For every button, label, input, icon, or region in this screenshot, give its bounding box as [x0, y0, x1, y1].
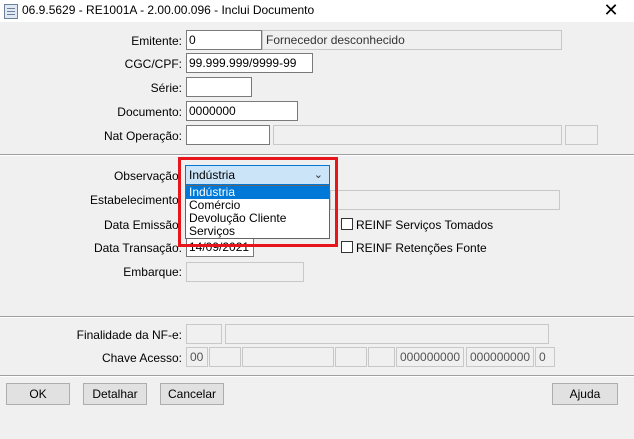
documento-input[interactable]: 0000000: [186, 101, 298, 121]
data-transacao-label: Data Transação:: [93, 241, 182, 255]
nat-operacao-desc: [273, 125, 562, 145]
reinf-retencoes-checkbox[interactable]: [341, 241, 353, 253]
embarque-field: [186, 262, 304, 282]
finalidade-code: [186, 324, 222, 344]
app-icon: [4, 4, 18, 19]
section-divider: [0, 316, 634, 318]
title-bar: 06.9.5629 - RE1001A - 2.00.00.096 - Incl…: [0, 0, 634, 22]
ajuda-button[interactable]: Ajuda: [552, 383, 618, 405]
chave-part: 000000000: [466, 347, 534, 367]
highlight-box: [178, 157, 338, 247]
emitente-input[interactable]: 0: [186, 30, 262, 50]
chave-part: 00: [186, 347, 208, 367]
estabelecimento-desc: [330, 190, 560, 210]
chave-part: 0: [535, 347, 555, 367]
close-button[interactable]: ✕: [588, 0, 634, 22]
chave-acesso-label: Chave Acesso:: [101, 351, 182, 365]
serie-label: Série:: [150, 81, 182, 95]
documento-label: Documento:: [117, 105, 182, 119]
emitente-name-field: Fornecedor desconhecido: [262, 30, 562, 50]
reinf-tomados-label: REINF Serviços Tomados: [356, 218, 494, 232]
reinf-tomados-checkbox[interactable]: [341, 218, 353, 230]
cancelar-button[interactable]: Cancelar: [160, 383, 224, 405]
embarque-label: Embarque:: [123, 265, 182, 279]
nat-operacao-input[interactable]: [186, 125, 270, 145]
cgc-input[interactable]: 99.999.999/9999-99: [186, 53, 313, 73]
finalidade-label: Finalidade da NF-e:: [76, 328, 182, 342]
cgc-label: CGC/CPF:: [124, 57, 182, 71]
section-divider: [0, 154, 634, 156]
detalhar-button[interactable]: Detalhar: [83, 383, 147, 405]
nat-operacao-label: Nat Operação:: [103, 129, 182, 143]
serie-input[interactable]: [186, 77, 252, 97]
chave-part: [368, 347, 395, 367]
observacao-label: Observação:: [113, 169, 182, 183]
nat-operacao-extra: [565, 125, 598, 145]
chave-part: 000000000: [396, 347, 464, 367]
chave-part: [335, 347, 367, 367]
chave-part: [209, 347, 241, 367]
section-divider: [0, 375, 634, 377]
chave-part: [242, 347, 334, 367]
data-emissao-label: Data Emissão:: [103, 218, 182, 232]
window-title: 06.9.5629 - RE1001A - 2.00.00.096 - Incl…: [22, 3, 315, 17]
estabelecimento-label: Estabelecimento:: [89, 193, 182, 207]
emitente-label: Emitente:: [131, 34, 182, 48]
reinf-retencoes-label: REINF Retenções Fonte: [356, 241, 487, 255]
finalidade-desc: [225, 324, 549, 344]
ok-button[interactable]: OK: [6, 383, 70, 405]
